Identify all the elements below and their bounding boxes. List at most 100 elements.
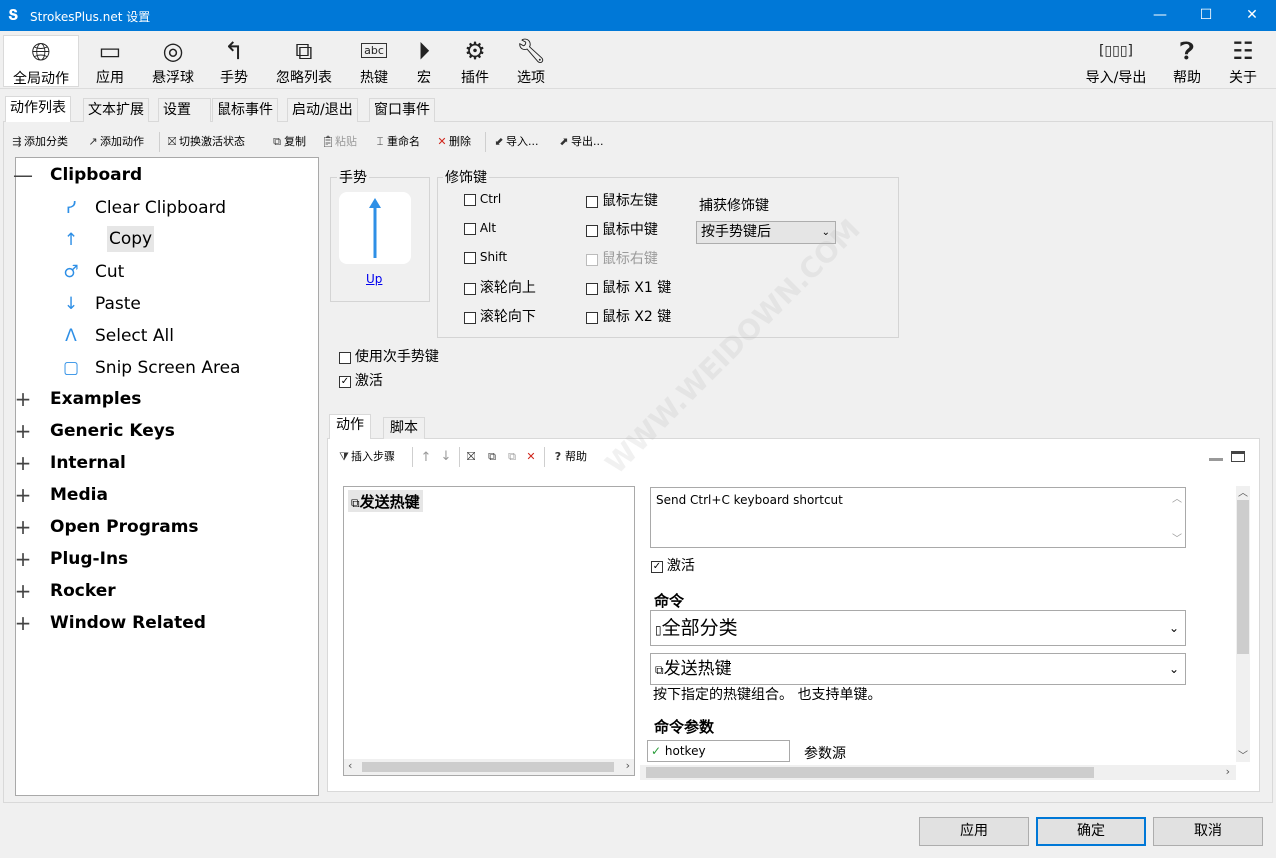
- cancel-button[interactable]: 取消: [1153, 817, 1263, 846]
- export-button[interactable]: ⬈ 导出...: [557, 133, 603, 151]
- expand-icon[interactable]: +: [13, 419, 33, 443]
- maximize-button[interactable]: ☐: [1183, 0, 1229, 31]
- x2-button-checkbox[interactable]: 鼠标 X2 键: [586, 306, 671, 326]
- apply-button[interactable]: 应用: [919, 817, 1029, 846]
- scroll-down-icon[interactable]: ﹀: [1238, 747, 1248, 762]
- toolbar-ignore-list-button[interactable]: ⧉ 忽略列表: [268, 35, 340, 87]
- tree-leaf-copy[interactable]: Copy: [107, 226, 155, 252]
- step-help-button[interactable]: ? 帮助: [551, 448, 587, 466]
- add-category-button[interactable]: ⇶ 添加分类: [10, 133, 68, 151]
- steps-horizontal-scrollbar[interactable]: ‹ ›: [344, 759, 634, 775]
- tree-category-plug-ins[interactable]: Plug-Ins: [50, 549, 128, 569]
- tree-category-media[interactable]: Media: [50, 485, 108, 505]
- tab-action-list[interactable]: 动作列表: [5, 96, 71, 122]
- tab-mouse-events[interactable]: 鼠标事件: [212, 98, 278, 122]
- alt-checkbox[interactable]: Alt: [464, 221, 496, 235]
- tab-window-events[interactable]: 窗口事件: [369, 98, 435, 122]
- delete-step-button[interactable]: ✕: [524, 448, 538, 466]
- secondary-gesture-checkbox[interactable]: 使用次手势键: [339, 346, 439, 366]
- step-active-checkbox[interactable]: ✓ 激活: [651, 555, 695, 575]
- toolbar-about-button[interactable]: ☷ 关于: [1220, 35, 1266, 87]
- scroll-up-icon[interactable]: ︿: [1172, 490, 1182, 505]
- scroll-left-icon[interactable]: ‹: [348, 759, 352, 772]
- tree-leaf-clear-clipboard[interactable]: Clear Clipboard: [95, 198, 226, 218]
- capture-modifiers-dropdown[interactable]: 按手势键后 ⌄: [696, 221, 836, 244]
- x1-button-checkbox[interactable]: 鼠标 X1 键: [586, 277, 671, 297]
- ok-button[interactable]: 确定: [1036, 817, 1146, 846]
- expand-icon[interactable]: +: [13, 387, 33, 411]
- paste-step-button[interactable]: ⧉: [505, 448, 519, 466]
- scrollbar-thumb[interactable]: [646, 767, 1094, 778]
- scrollbar-thumb[interactable]: [1237, 500, 1249, 654]
- scroll-up-icon[interactable]: ︿: [1238, 484, 1248, 499]
- toolbar-hotkeys-button[interactable]: abc 热键: [351, 35, 397, 87]
- wheel-down-checkbox[interactable]: 滚轮向下: [464, 306, 536, 326]
- toolbar-import-export-button[interactable]: [▯▯▯] 导入/导出: [1078, 35, 1154, 87]
- tree-category-internal[interactable]: Internal: [50, 453, 126, 473]
- copy-step-button[interactable]: ⧉: [485, 448, 499, 466]
- scroll-right-icon[interactable]: ›: [1226, 765, 1230, 778]
- tree-category-rocker[interactable]: Rocker: [50, 581, 116, 601]
- tree-category-window-related[interactable]: Window Related: [50, 613, 206, 633]
- copy-button[interactable]: ⧉ 复制: [270, 133, 306, 151]
- move-down-button[interactable]: ↓: [439, 448, 453, 466]
- scrollbar-thumb[interactable]: [362, 762, 614, 772]
- import-button[interactable]: ⬋ 导入...: [492, 133, 538, 151]
- command-dropdown[interactable]: ⧉发送热键 ⌄: [650, 653, 1186, 685]
- tree-leaf-cut[interactable]: Cut: [95, 262, 124, 282]
- left-button-checkbox[interactable]: 鼠标左键: [586, 190, 658, 210]
- gesture-name-link[interactable]: Up: [366, 272, 382, 286]
- tab-startup-exit[interactable]: 启动/退出: [287, 98, 358, 122]
- ctrl-checkbox[interactable]: Ctrl: [464, 192, 501, 206]
- expand-icon[interactable]: +: [13, 451, 33, 475]
- maximize-pane-icon[interactable]: [1231, 451, 1245, 462]
- right-button-checkbox[interactable]: 鼠标右键: [586, 248, 658, 268]
- middle-button-checkbox[interactable]: 鼠标中键: [586, 219, 658, 239]
- minimize-pane-icon[interactable]: [1209, 451, 1223, 461]
- move-up-button[interactable]: ↑: [419, 448, 433, 466]
- tree-leaf-snip-screen-area[interactable]: Snip Screen Area: [95, 358, 240, 378]
- tree-category-generic-keys[interactable]: Generic Keys: [50, 421, 175, 441]
- tab-actions[interactable]: 动作: [329, 414, 371, 439]
- toolbar-macros-button[interactable]: ⏵ 宏: [405, 35, 443, 87]
- toggle-step-button[interactable]: ⛝: [464, 448, 478, 466]
- insert-step-button[interactable]: ⧩ 插入步骤: [337, 448, 395, 466]
- toolbar-gestures-button[interactable]: ↰ 手势: [210, 35, 258, 87]
- tree-leaf-paste[interactable]: Paste: [95, 294, 141, 314]
- wheel-up-checkbox[interactable]: 滚轮向上: [464, 277, 536, 297]
- step-description-textarea[interactable]: Send Ctrl+C keyboard shortcut ︿ ﹀: [650, 487, 1186, 548]
- active-checkbox[interactable]: ✓ 激活: [339, 370, 383, 390]
- gesture-preview[interactable]: [339, 192, 411, 264]
- steps-list[interactable]: [343, 486, 635, 776]
- toggle-active-button[interactable]: ⛝ 切换激活状态: [165, 133, 245, 151]
- tab-text-expansion[interactable]: 文本扩展: [83, 98, 149, 122]
- close-button[interactable]: ✕: [1229, 0, 1275, 31]
- expand-icon[interactable]: +: [13, 547, 33, 571]
- detail-vertical-scrollbar[interactable]: ︿ ﹀: [1236, 486, 1250, 762]
- tab-script[interactable]: 脚本: [383, 417, 425, 439]
- expand-icon[interactable]: +: [13, 611, 33, 635]
- rename-button[interactable]: ⌶ 重命名: [373, 133, 420, 151]
- delete-button[interactable]: ✕ 删除: [435, 133, 471, 151]
- action-tree[interactable]: [15, 157, 319, 796]
- collapse-icon[interactable]: —: [13, 163, 33, 187]
- toolbar-help-button[interactable]: ❓︎ 帮助: [1164, 35, 1210, 87]
- toolbar-global-actions-button[interactable]: 🌐︎ 全局动作: [3, 35, 79, 87]
- tree-leaf-select-all[interactable]: Select All: [95, 326, 174, 346]
- tree-category-clipboard[interactable]: Clipboard: [50, 165, 142, 185]
- scroll-down-icon[interactable]: ﹀: [1172, 530, 1182, 545]
- command-category-dropdown[interactable]: ▯全部分类 ⌄: [650, 610, 1186, 646]
- expand-icon[interactable]: +: [13, 483, 33, 507]
- tree-category-examples[interactable]: Examples: [50, 389, 141, 409]
- toolbar-options-button[interactable]: 🔧︎ 选项: [508, 35, 554, 87]
- toolbar-apps-button[interactable]: ▭ 应用: [86, 35, 134, 87]
- toolbar-float-ball-button[interactable]: ◎ 悬浮球: [144, 35, 202, 87]
- expand-icon[interactable]: +: [13, 579, 33, 603]
- tree-category-open-programs[interactable]: Open Programs: [50, 517, 199, 537]
- toolbar-plugins-button[interactable]: ⚙ 插件: [452, 35, 498, 87]
- minimize-button[interactable]: —: [1137, 0, 1183, 31]
- scroll-right-icon[interactable]: ›: [626, 759, 630, 772]
- tab-settings[interactable]: 设置: [158, 98, 211, 122]
- expand-icon[interactable]: +: [13, 515, 33, 539]
- shift-checkbox[interactable]: Shift: [464, 250, 507, 264]
